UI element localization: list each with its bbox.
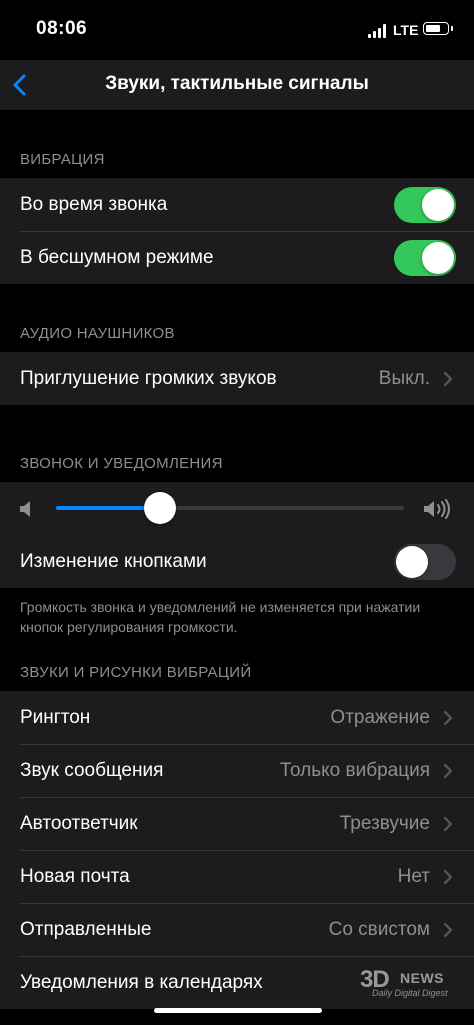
ringer-volume-row xyxy=(0,482,474,535)
ringer-footer-note: Громкость звонка и уведомлений не изменя… xyxy=(20,599,421,635)
battery-cap xyxy=(451,26,453,31)
row-ringtone[interactable]: Рингтон Отражение xyxy=(0,691,474,744)
chevron-right-icon xyxy=(443,763,453,779)
row-label: Приглушение громких звуков xyxy=(20,368,277,389)
chevron-right-icon xyxy=(443,869,453,885)
row-reduce-loud-sounds[interactable]: Приглушение громких звуков Выкл. xyxy=(0,352,474,405)
volume-low-icon xyxy=(20,501,30,517)
group-vibration: Во время звонка В бесшумном режиме xyxy=(0,178,474,284)
watermark-news: NEWS xyxy=(400,970,444,986)
volume-high-icon xyxy=(424,499,450,519)
row-value: Трезвучие xyxy=(339,813,430,834)
row-label: Изменение кнопками xyxy=(20,551,207,572)
chevron-right-icon xyxy=(443,922,453,938)
network-type: LTE xyxy=(393,22,419,38)
navigation-bar: Звуки, тактильные сигналы xyxy=(0,60,474,110)
chevron-right-icon xyxy=(443,816,453,832)
row-voicemail[interactable]: Автоответчик Трезвучие xyxy=(0,797,474,850)
section-header-headphone-audio: АУДИО НАУШНИКОВ xyxy=(20,325,175,342)
row-label: Новая почта xyxy=(20,866,130,887)
row-vibrate-silent: В бесшумном режиме xyxy=(0,231,474,284)
watermark-logo: 3D NEWS Daily Digital Digest xyxy=(356,966,462,1000)
section-header-sounds: ЗВУКИ И РИСУНКИ ВИБРАЦИЙ xyxy=(20,664,252,681)
row-value: Выкл. xyxy=(378,368,430,389)
row-sent-mail[interactable]: Отправленные Со свистом xyxy=(0,903,474,956)
group-headphone-audio: Приглушение громких звуков Выкл. xyxy=(0,352,474,405)
home-indicator[interactable] xyxy=(154,1008,322,1013)
toggle-vibrate-during-call[interactable] xyxy=(394,187,456,223)
row-new-mail[interactable]: Новая почта Нет xyxy=(0,850,474,903)
row-label: Во время звонка xyxy=(20,194,168,215)
row-label: Отправленные xyxy=(20,919,152,940)
row-label: Уведомления в календарях xyxy=(20,972,263,993)
chevron-right-icon xyxy=(443,710,453,726)
toggle-vibrate-silent[interactable] xyxy=(394,240,456,276)
row-text-tone[interactable]: Звук сообщения Только вибрация xyxy=(0,744,474,797)
signal-icon xyxy=(368,24,386,38)
row-label: Рингтон xyxy=(20,707,91,728)
section-header-ringer: ЗВОНОК И УВЕДОМЛЕНИЯ xyxy=(20,455,223,472)
chevron-right-icon xyxy=(443,371,453,387)
status-bar: 08:06 LTE xyxy=(0,0,474,60)
row-label: Автоответчик xyxy=(20,813,138,834)
section-header-vibration: ВИБРАЦИЯ xyxy=(20,151,105,168)
row-value: Со свистом xyxy=(328,919,430,940)
row-vibrate-during-call: Во время звонка xyxy=(0,178,474,231)
status-time: 08:06 xyxy=(36,18,88,39)
page-title: Звуки, тактильные сигналы xyxy=(105,73,369,94)
watermark-tagline: Daily Digital Digest xyxy=(372,988,448,998)
slider-thumb[interactable] xyxy=(144,492,177,524)
toggle-change-with-buttons[interactable] xyxy=(394,544,456,580)
group-sounds: Рингтон Отражение Звук сообщения Только … xyxy=(0,691,474,1009)
row-change-with-buttons: Изменение кнопками xyxy=(0,535,474,588)
row-label: В бесшумном режиме xyxy=(20,247,214,268)
row-value: Нет xyxy=(397,866,430,887)
row-value: Только вибрация xyxy=(279,760,430,781)
group-ringer: Изменение кнопками xyxy=(0,482,474,588)
row-value: Отражение xyxy=(330,707,430,728)
settings-list: ВИБРАЦИЯ Во время звонка В бесшумном реж… xyxy=(0,110,474,1025)
row-label: Звук сообщения xyxy=(20,760,164,781)
battery-icon xyxy=(423,22,449,35)
ringer-volume-slider[interactable] xyxy=(56,492,404,524)
